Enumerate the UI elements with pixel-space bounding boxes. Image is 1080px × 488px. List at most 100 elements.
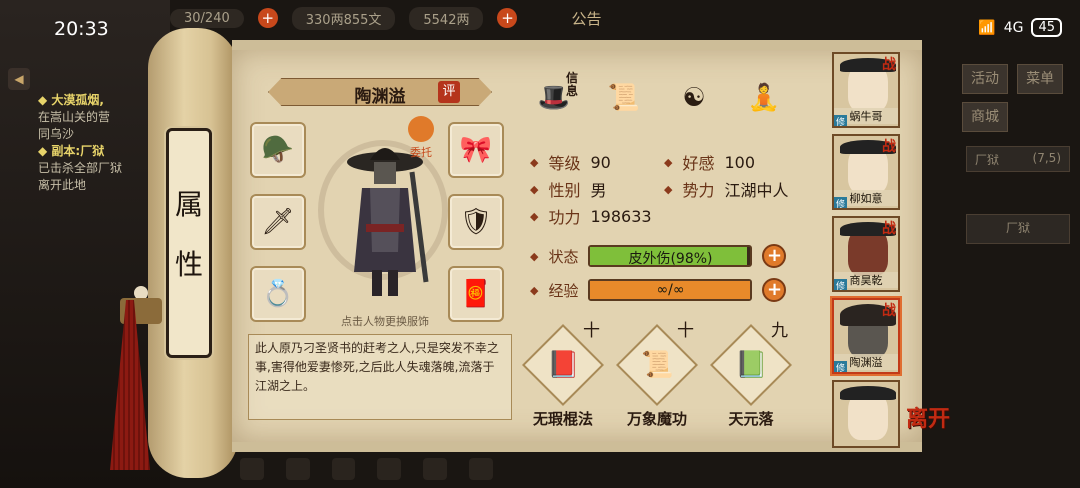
resource-bar: 30/240 + 330两855文 5542两 + 公告: [170, 6, 910, 30]
battle-badge: 战: [882, 303, 896, 319]
status-row: ◆ 状态 皮外伤(98%) +: [530, 244, 787, 268]
attributes-label: 属性: [166, 128, 212, 358]
quest-line-1b: 同乌沙: [38, 127, 75, 141]
right-menu: 活动 菜单 商城: [960, 60, 1070, 136]
roster-hero-3[interactable]: 战 商昊乾 修: [832, 216, 900, 292]
diamond-icon: ◆: [530, 283, 539, 297]
bagua-button[interactable]: ☯: [670, 74, 718, 122]
bottom-nav-item[interactable]: [285, 458, 310, 480]
sword-icon: 🗡: [261, 207, 295, 237]
battle-badge: 战: [882, 57, 896, 73]
collapse-quest-button[interactable]: ◀: [8, 68, 30, 90]
diamond-icon: ◆: [530, 182, 539, 196]
quest-tracker[interactable]: ◆ 大漠孤烟, 在嵩山关的营 同乌沙 ◆ 副本:厂狱 已击杀全部厂狱 离开此地: [38, 92, 158, 194]
repair-badge: 修: [834, 115, 848, 126]
bagua-icon: ☯: [682, 83, 706, 113]
exp-bar: ∞/∞: [588, 279, 753, 301]
armor-icon: 🛡: [459, 207, 493, 237]
change-outfit-hint: 点击人物更换服饰: [341, 315, 429, 328]
stat-faction: ◆ 势力 江湖中人: [664, 181, 789, 200]
character-name: 陶渊溢: [354, 87, 406, 107]
kungfu-slot-1[interactable]: 十 📕 无瑕棍法: [518, 321, 608, 429]
stat-gender: ◆ 性别 男: [530, 181, 607, 200]
wifi-icon: 📶: [978, 19, 996, 36]
exp-bar-text: ∞/∞: [656, 282, 685, 298]
status-bar-text: 皮外伤(98%): [628, 251, 713, 267]
quest-line-2a: 已击杀全部厂狱: [38, 161, 123, 175]
diamond-icon: ◆: [530, 209, 539, 223]
roster-hero-4-selected[interactable]: 战 陶渊溢 修: [832, 298, 900, 374]
status-icons: 📶 4G 45: [978, 18, 1062, 37]
add-resource-button[interactable]: +: [257, 8, 278, 28]
equip-slot-ring[interactable]: 💍: [250, 266, 306, 322]
status-bar: 皮外伤(98%): [588, 245, 753, 267]
equip-slot-armor[interactable]: 🛡: [448, 194, 504, 250]
delegate-icon: [408, 116, 434, 142]
belt-icon: 🎀: [459, 135, 493, 165]
manual-icon: 📕: [546, 350, 580, 380]
kungfu-slot-2[interactable]: 十 📜 万象魔功: [612, 321, 702, 429]
meridian-icon: 🧘: [747, 83, 781, 113]
ingot-display: 5542两: [409, 6, 484, 30]
add-exp-button[interactable]: +: [762, 278, 787, 302]
status-time: 20:33: [54, 18, 109, 40]
dungeon-tab[interactable]: 厂狱: [966, 214, 1070, 244]
quest-title-1: ◆ 大漠孤烟,: [38, 93, 104, 107]
scroll-manual-icon: 📜: [640, 350, 674, 380]
charm-icon: 🧧: [459, 279, 493, 309]
roster-hero-2[interactable]: 战 柳如意 修: [832, 134, 900, 210]
bottom-nav-item[interactable]: [240, 458, 264, 480]
stat-level: ◆ 等级 90: [530, 152, 611, 174]
diamond-icon: ◆: [530, 249, 539, 263]
green-manual-icon: 📗: [734, 350, 768, 380]
diamond-icon: ◆: [530, 155, 539, 169]
money-display: 330两855文: [291, 6, 396, 30]
stat-power: ◆ 功力 198633: [530, 206, 652, 228]
notice-button[interactable]: 公告: [571, 8, 601, 29]
kungfu-level: 九: [771, 321, 788, 341]
menu-button[interactable]: 菜单: [1017, 64, 1064, 94]
kungfu-name: 天元落: [728, 410, 774, 428]
meridian-button[interactable]: 🧘: [740, 74, 788, 122]
shop-button[interactable]: 商城: [962, 102, 1008, 132]
equip-slot-belt[interactable]: 🎀: [448, 122, 504, 178]
attributes-label-text: 属性: [174, 188, 203, 281]
bottom-nav-item[interactable]: [423, 458, 448, 480]
dungeon-entry[interactable]: 厂狱 (7,5): [966, 146, 1070, 172]
bottom-nav-item[interactable]: [377, 458, 402, 480]
info-badge: 信息: [566, 71, 579, 98]
scroll-skill-button[interactable]: 📜: [600, 74, 648, 122]
equip-slot-charm[interactable]: 🧧: [448, 266, 504, 322]
kungfu-name: 万象魔功: [626, 410, 687, 428]
bottom-nav-item[interactable]: [469, 458, 493, 480]
equip-slot-helmet[interactable]: 🪖: [250, 122, 306, 178]
kungfu-level: 十: [583, 321, 600, 341]
kungfu-name: 无瑕棍法: [532, 410, 593, 428]
activity-button[interactable]: 活动: [962, 64, 1008, 94]
stat-affinity: ◆ 好感 100: [664, 152, 756, 174]
kungfu-level: 十: [677, 321, 694, 341]
repair-badge: 修: [834, 279, 848, 290]
evaluate-button[interactable]: 评: [438, 81, 460, 103]
leave-button[interactable]: 离开: [906, 409, 950, 431]
character-bio: 此人原乃刁圣贤书的赶考之人,只是突发不幸之事,害得他爱妻惨死,之后此人失魂落魄,…: [248, 334, 512, 420]
resource-1: 30/240: [170, 8, 244, 28]
hero-hair: [840, 386, 896, 400]
roster-hero-1[interactable]: 战 蜗牛哥 修: [832, 52, 900, 128]
repair-badge: 修: [834, 361, 848, 372]
roster-hero-5[interactable]: [832, 380, 900, 448]
quest-line-1a: 在嵩山关的营: [38, 110, 111, 124]
delegate-button[interactable]: 委托: [406, 116, 436, 159]
kungfu-slot-3[interactable]: 九 📗 天元落: [706, 321, 796, 429]
bottom-nav-item[interactable]: [331, 458, 356, 480]
bottom-nav: [240, 450, 800, 488]
diamond-icon: ◆: [664, 155, 673, 169]
exp-row: ◆ 经验 ∞/∞ +: [530, 278, 787, 302]
heal-button[interactable]: +: [762, 244, 787, 268]
ring-icon: 💍: [261, 279, 295, 309]
equip-slot-weapon[interactable]: 🗡: [250, 194, 306, 250]
scroll-skill-icon: 📜: [607, 83, 641, 113]
add-ingot-button[interactable]: +: [497, 8, 518, 28]
diamond-icon: ◆: [664, 182, 673, 196]
repair-badge: 修: [834, 197, 848, 208]
